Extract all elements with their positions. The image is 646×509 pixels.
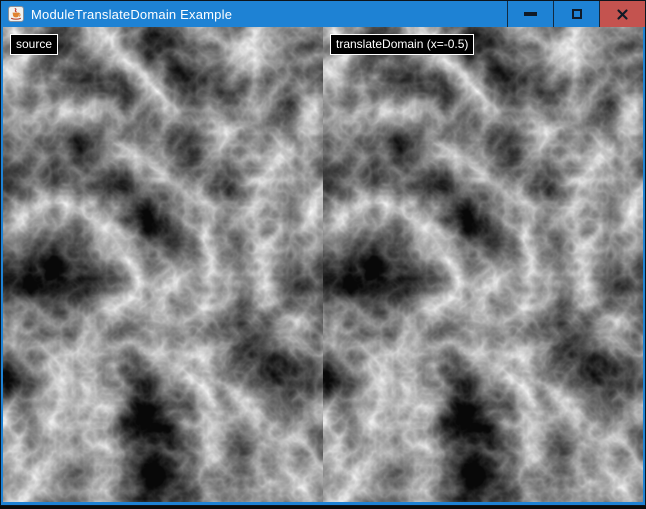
java-coffee-cup-icon[interactable] [8, 6, 24, 22]
translate-domain-noise-image [323, 27, 643, 502]
image-area: source translateDomain (x=-0.5) [3, 27, 643, 502]
source-noise-image [3, 27, 323, 502]
minimize-icon [524, 12, 537, 16]
app-window: ModuleTranslateDomain Example source tra… [0, 0, 646, 506]
close-button[interactable] [599, 1, 645, 27]
title-bar[interactable]: ModuleTranslateDomain Example [1, 1, 645, 27]
window-title: ModuleTranslateDomain Example [31, 7, 232, 22]
source-panel: source [3, 27, 323, 502]
translate-domain-label: translateDomain (x=-0.5) [330, 34, 474, 55]
close-icon [616, 8, 629, 21]
maximize-icon [572, 9, 582, 19]
translate-domain-panel: translateDomain (x=-0.5) [323, 27, 643, 502]
window-controls [507, 1, 645, 27]
maximize-button[interactable] [553, 1, 599, 27]
source-label: source [10, 34, 58, 55]
minimize-button[interactable] [507, 1, 553, 27]
